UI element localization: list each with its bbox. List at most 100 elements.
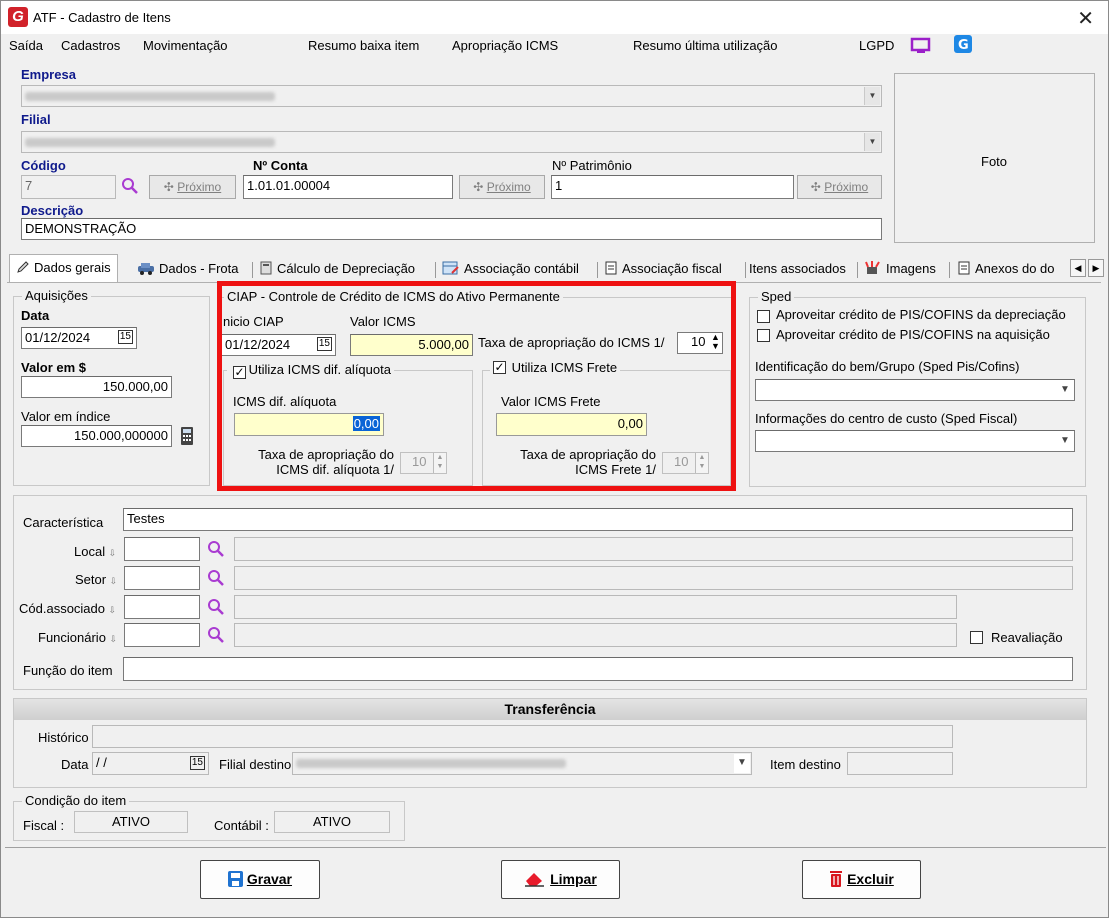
funcionario-code-field[interactable] bbox=[124, 623, 200, 647]
close-button[interactable]: ✕ bbox=[1077, 6, 1094, 31]
transfer-data-label: Data bbox=[61, 757, 89, 772]
calendar-icon[interactable]: 15 bbox=[117, 330, 133, 344]
search-icon[interactable] bbox=[207, 598, 225, 616]
chevron-down-icon[interactable]: ▼ bbox=[1057, 432, 1073, 450]
cod-associado-label: Cód.associado ⇩ bbox=[19, 601, 117, 616]
empresa-select[interactable]: ▼ bbox=[21, 85, 882, 107]
menu-movimentacao[interactable]: Movimentação bbox=[143, 38, 228, 53]
trash-icon bbox=[830, 871, 843, 887]
cod-associado-description-field bbox=[234, 595, 957, 619]
chevron-down-icon[interactable]: ▼ bbox=[864, 133, 880, 151]
funcionario-label: Funcionário ⇩ bbox=[38, 630, 118, 645]
filial-destino-select[interactable]: ▼ bbox=[292, 752, 752, 775]
historico-label: Histórico bbox=[38, 730, 89, 745]
local-description-field bbox=[234, 537, 1073, 561]
tab-calculo-depreciacao[interactable]: Cálculo de Depreciação bbox=[259, 256, 415, 282]
reavaliacao-checkbox[interactable] bbox=[970, 631, 983, 644]
search-icon[interactable] bbox=[207, 569, 225, 587]
valor-field[interactable]: 150.000,00 bbox=[21, 376, 172, 398]
caracteristica-field[interactable]: Testes bbox=[123, 508, 1073, 531]
empresa-label: Empresa bbox=[21, 67, 76, 82]
plus-icon: ✣ bbox=[163, 180, 178, 194]
filial-select[interactable]: ▼ bbox=[21, 131, 882, 153]
menu-cadastros[interactable]: Cadastros bbox=[61, 38, 120, 53]
fiscal-label: Fiscal : bbox=[23, 818, 65, 833]
calculator-icon[interactable] bbox=[180, 426, 194, 446]
valor-label: Valor em $ bbox=[21, 360, 87, 375]
tab-dados-gerais[interactable]: Dados gerais bbox=[9, 254, 118, 283]
tab-dados-frota[interactable]: Dados - Frota bbox=[137, 256, 238, 282]
window-title: ATF - Cadastro de Itens bbox=[33, 10, 171, 25]
aquisicao-data-label: Data bbox=[21, 308, 50, 323]
conta-label: Nº Conta bbox=[253, 158, 308, 173]
tab-associacao-contabil[interactable]: Associação contábil bbox=[442, 256, 579, 282]
photo-frame[interactable]: Foto bbox=[894, 73, 1095, 243]
patrimonio-proximo-button[interactable]: ✣ Próximo bbox=[797, 175, 882, 199]
menu-resumo-baixa-item[interactable]: Resumo baixa item bbox=[308, 38, 419, 53]
local-label: Local ⇩ bbox=[74, 544, 117, 559]
contabil-status: ATIVO bbox=[274, 811, 390, 833]
gravar-button[interactable]: Gravar bbox=[200, 860, 320, 899]
funcao-field[interactable] bbox=[123, 657, 1073, 681]
pis-aquisicao-label: Aproveitar crédito de PIS/COFINS na aqui… bbox=[776, 327, 1050, 342]
indice-label: Valor em índice bbox=[21, 409, 111, 424]
funcao-label: Função do item bbox=[23, 663, 113, 678]
menu-saida[interactable]: Saída bbox=[9, 38, 43, 53]
patrimonio-label: Nº Patrimônio bbox=[552, 158, 632, 173]
pis-aquisicao-checkbox[interactable] bbox=[757, 329, 770, 342]
aquisicoes-title: Aquisições bbox=[22, 288, 91, 303]
historico-field bbox=[92, 725, 953, 748]
local-code-field[interactable] bbox=[124, 537, 200, 561]
calendar-icon[interactable]: 15 bbox=[189, 756, 205, 770]
pis-depreciacao-label: Aproveitar crédito de PIS/COFINS da depr… bbox=[776, 307, 1066, 322]
chevron-down-icon[interactable]: ▼ bbox=[734, 754, 750, 773]
descricao-label: Descrição bbox=[21, 203, 84, 218]
excluir-button[interactable]: Excluir bbox=[802, 860, 921, 899]
tab-associacao-fiscal[interactable]: Associação fiscal bbox=[604, 256, 722, 282]
setor-label: Setor ⇩ bbox=[75, 572, 118, 587]
tab-itens-associados[interactable]: Itens associados bbox=[749, 256, 846, 282]
highlight-frame bbox=[217, 281, 736, 491]
transfer-data-field[interactable]: / / 15 bbox=[92, 752, 209, 775]
indice-field[interactable]: 150.000,000000 bbox=[21, 425, 172, 447]
svg-text:G: G bbox=[958, 38, 969, 53]
chevron-down-icon[interactable]: ▼ bbox=[1057, 381, 1073, 399]
aquisicao-data-field[interactable]: 01/12/2024 15 bbox=[21, 327, 137, 349]
limpar-button[interactable]: Limpar bbox=[501, 860, 620, 899]
descricao-field[interactable]: DEMONSTRAÇÃO bbox=[21, 218, 882, 240]
menu-resumo-ultima-utilizacao[interactable]: Resumo última utilização bbox=[633, 38, 778, 53]
tab-scroll-right-button[interactable]: ▶ bbox=[1088, 259, 1104, 277]
codigo-field[interactable]: 7 bbox=[21, 175, 116, 199]
tab-anexos[interactable]: Anexos do do bbox=[957, 256, 1069, 282]
chevron-down-icon[interactable]: ▼ bbox=[864, 87, 880, 105]
menu-apropriacao-icms[interactable]: Apropriação ICMS bbox=[452, 38, 558, 53]
search-icon[interactable] bbox=[121, 177, 139, 195]
identificacao-select[interactable]: ▼ bbox=[755, 379, 1075, 401]
conta-field[interactable]: 1.01.01.00004 bbox=[243, 175, 453, 199]
plus-icon: ✣ bbox=[473, 180, 487, 194]
tab-scroll-left-button[interactable]: ◀ bbox=[1070, 259, 1086, 277]
contabil-label: Contábil : bbox=[214, 818, 269, 833]
title-bar: G ATF - Cadastro de Itens ✕ bbox=[1, 1, 1108, 34]
app-logo-icon: G bbox=[8, 7, 28, 27]
edit-icon bbox=[17, 261, 29, 273]
search-icon[interactable] bbox=[207, 540, 225, 558]
item-destino-label: Item destino bbox=[770, 757, 841, 772]
menu-lgpd[interactable]: LGPD bbox=[859, 38, 894, 53]
codigo-proximo-button[interactable]: ✣ Próximo bbox=[149, 175, 236, 199]
pis-depreciacao-checkbox[interactable] bbox=[757, 310, 770, 323]
centro-custo-select[interactable]: ▼ bbox=[755, 430, 1075, 452]
conta-proximo-button[interactable]: ✣ Próximo bbox=[459, 175, 545, 199]
patrimonio-field[interactable]: 1 bbox=[551, 175, 794, 199]
funcionario-description-field bbox=[234, 623, 957, 647]
search-icon[interactable] bbox=[207, 626, 225, 644]
tab-imagens[interactable]: Imagens bbox=[864, 256, 936, 282]
condicao-title: Condição do item bbox=[22, 793, 130, 808]
car-icon bbox=[138, 263, 154, 275]
setor-code-field[interactable] bbox=[124, 566, 200, 590]
cod-associado-code-field[interactable] bbox=[124, 595, 200, 619]
monitor-icon[interactable] bbox=[910, 37, 932, 55]
caracteristica-label: Característica bbox=[23, 515, 104, 530]
spreadsheet-icon bbox=[442, 261, 459, 275]
g-app-icon[interactable]: G bbox=[954, 35, 972, 53]
